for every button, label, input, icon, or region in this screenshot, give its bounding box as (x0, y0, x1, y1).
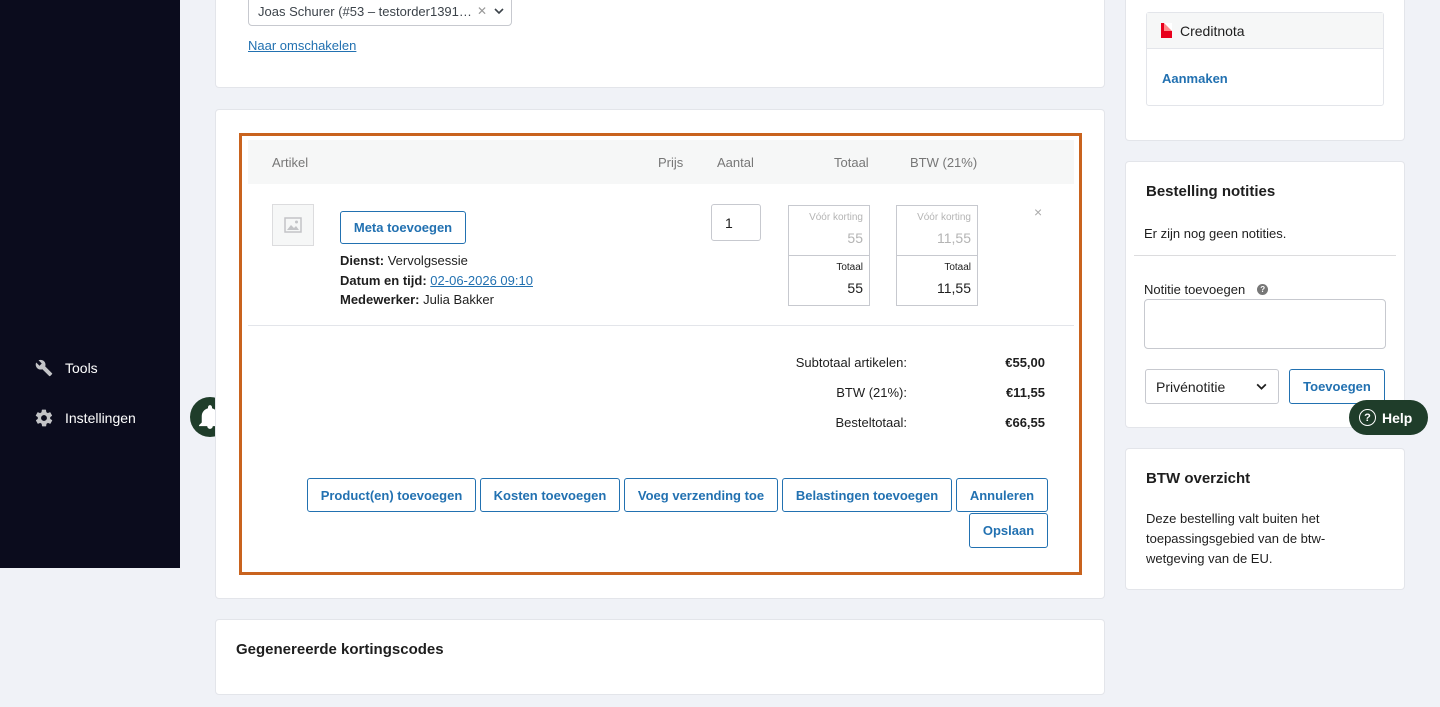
meta-service: Dienst: Vervolgsessie (340, 253, 468, 268)
add-taxes-button[interactable]: Belastingen toevoegen (782, 478, 952, 512)
tax-before-discount[interactable]: Vóór korting 11,55 (897, 206, 977, 256)
total-label: Totaal (836, 262, 863, 273)
column-header-quantity: Aantal (717, 155, 754, 170)
credit-note-card: Creditnota Aanmaken (1125, 0, 1405, 141)
meta-employee: Medewerker: Julia Bakker (340, 292, 494, 307)
column-header-article: Artikel (272, 155, 309, 170)
order-total-label: Besteltotaal: (835, 415, 907, 430)
customer-card: Joas Schurer (#53 – testorder1391… ✕ Naa… (215, 0, 1105, 88)
credit-note-box: Creditnota Aanmaken (1146, 12, 1384, 106)
product-thumbnail (272, 204, 314, 246)
sidebar-item-label: Instellingen (65, 410, 136, 426)
add-meta-button[interactable]: Meta toevoegen (340, 211, 466, 244)
tax-total-value: €11,55 (1005, 385, 1045, 400)
sidebar-item-label: Tools (65, 360, 98, 376)
wrench-icon (34, 358, 54, 378)
credit-note-header: Creditnota (1147, 13, 1383, 49)
line-tax-box: Vóór korting 11,55 Totaal 11,55 (896, 205, 978, 306)
meta-datetime-label: Datum en tijd: (340, 273, 427, 288)
tax-before-label: Vóór korting (917, 212, 971, 223)
tax-label: Totaal (944, 262, 971, 273)
add-note-label: Notitie toevoegen ? (1144, 282, 1269, 297)
meta-service-value: Vervolgsessie (387, 253, 468, 268)
question-icon: ? (1359, 409, 1376, 426)
customer-select-value: Joas Schurer (#53 – testorder1391… (258, 3, 472, 19)
total-before-label: Vóór korting (809, 212, 863, 223)
help-label: Help (1382, 409, 1413, 426)
subtotal-label: Subtotaal artikelen: (795, 355, 907, 370)
chevron-down-icon (493, 5, 505, 20)
column-header-price: Prijs (658, 155, 684, 170)
order-total-value: €66,55 (1005, 415, 1045, 430)
total-before-discount[interactable]: Vóór korting 55 (789, 206, 869, 256)
column-header-total: Totaal (834, 155, 869, 170)
clear-icon[interactable]: ✕ (477, 4, 487, 18)
order-notes-card: Bestelling notities Er zijn nog geen not… (1125, 161, 1405, 428)
vat-overview-text: Deze bestelling valt buiten het toepassi… (1146, 511, 1326, 566)
add-shipping-button[interactable]: Voeg verzending toe (624, 478, 778, 512)
remove-item-icon[interactable]: × (1034, 204, 1042, 220)
total-value: 55 (847, 280, 863, 296)
vat-overview-title: BTW overzicht (1146, 470, 1251, 487)
line-total-box: Vóór korting 55 Totaal 55 (788, 205, 870, 306)
notes-divider (1134, 255, 1396, 256)
sidebar-item-tools[interactable]: Tools (34, 358, 98, 378)
add-products-button[interactable]: Product(en) toevoegen (307, 478, 476, 512)
chevron-down-icon (1255, 380, 1268, 396)
note-type-value: Privénotitie (1156, 378, 1226, 395)
add-fees-button[interactable]: Kosten toevoegen (480, 478, 620, 512)
cancel-button[interactable]: Annuleren (956, 478, 1048, 512)
items-divider (248, 325, 1074, 326)
order-notes-title: Bestelling notities (1146, 183, 1276, 200)
add-note-label-text: Notitie toevoegen (1144, 282, 1246, 297)
help-tooltip-icon[interactable]: ? (1257, 284, 1269, 295)
credit-note-title: Creditnota (1180, 22, 1245, 39)
gear-icon (34, 408, 54, 428)
admin-sidebar: Tools Instellingen (0, 0, 180, 568)
note-textarea[interactable] (1144, 299, 1386, 349)
note-type-select[interactable]: Privénotitie (1145, 369, 1279, 404)
tax-after-discount[interactable]: Totaal 11,55 (897, 256, 977, 306)
switch-to-link[interactable]: Naar omschakelen (248, 38, 356, 53)
notes-empty-text: Er zijn nog geen notities. (1144, 226, 1287, 241)
total-after-discount[interactable]: Totaal 55 (789, 256, 869, 306)
column-header-tax: BTW (21%) (910, 155, 978, 170)
help-button[interactable]: ? Help (1349, 400, 1428, 435)
tax-total-label: BTW (21%): (836, 385, 907, 400)
meta-employee-value: Julia Bakker (423, 292, 494, 307)
image-placeholder-icon (284, 217, 302, 233)
tax-value: 11,55 (937, 280, 971, 296)
sidebar-item-settings[interactable]: Instellingen (34, 408, 136, 428)
meta-datetime-link[interactable]: 02-06-2026 09:10 (430, 273, 533, 288)
pdf-icon (1161, 23, 1172, 38)
quantity-input[interactable]: 1 (711, 204, 761, 241)
subtotal-value: €55,00 (1005, 355, 1045, 370)
meta-employee-label: Medewerker: (340, 292, 420, 307)
meta-datetime: Datum en tijd: 02-06-2026 09:10 (340, 273, 533, 288)
save-button[interactable]: Opslaan (969, 513, 1048, 548)
generated-codes-card: Gegenereerde kortingscodes (215, 619, 1105, 695)
total-before-value: 55 (847, 230, 863, 246)
customer-select[interactable]: Joas Schurer (#53 – testorder1391… ✕ (248, 0, 512, 26)
vat-overview-card: BTW overzicht Deze bestelling valt buite… (1125, 448, 1405, 590)
meta-service-label: Dienst: (340, 253, 385, 268)
create-credit-note-link[interactable]: Aanmaken (1162, 71, 1228, 86)
add-note-button[interactable]: Toevoegen (1289, 369, 1385, 404)
generated-codes-title: Gegenereerde kortingscodes (236, 641, 444, 658)
items-table-header: Artikel Prijs Aantal Totaal BTW (21%) (248, 140, 1074, 184)
tax-before-value: 11,55 (937, 230, 971, 246)
